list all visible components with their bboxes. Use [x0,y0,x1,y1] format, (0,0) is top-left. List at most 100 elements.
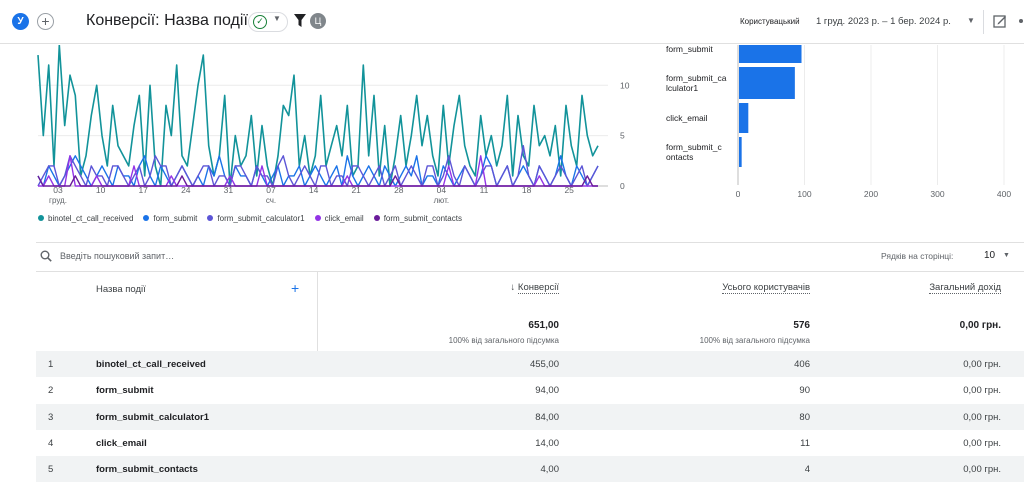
bar-category-label: lculator1 [666,83,698,93]
x-tick-label: 28 [394,185,404,195]
chevron-down-icon[interactable]: ▼ [967,16,975,25]
chevron-down-icon: ▼ [273,14,281,23]
bar-form_submit_contacts[interactable] [739,137,742,167]
x-tick-label: 400 [997,189,1011,199]
revenue-value: 0,00 грн. [963,464,1001,475]
column-header-conversions[interactable]: ↓ Конверсії [430,282,559,294]
bar-click_email[interactable] [739,103,749,133]
status-dropdown[interactable]: ✓ ▼ [248,12,288,32]
edit-report-icon[interactable] [993,14,1007,28]
x-tick-label: 03 [53,185,63,195]
chart-legend: binotel_ct_call_received form_submit form_… [38,212,472,224]
event-name: form_submit_contacts [96,464,198,475]
column-label: Конверсії [517,282,559,294]
x-tick-label: 11 [480,185,489,195]
divider [36,271,1024,272]
x-tick-label: 200 [864,189,878,199]
report-header: У + Конверсії: Назва події ✓ ▼ Ц Користу… [0,0,1024,44]
x-tick-label: 300 [930,189,944,199]
x-tick-label: 21 [351,185,361,195]
legend-label: form_submit_contacts [383,213,462,223]
event-name: form_submit_calculator1 [96,412,209,423]
legend-label: form_submit [153,213,198,223]
legend-item[interactable]: form_submit_contacts [373,212,462,224]
legend-label: click_email [324,213,364,223]
conversions-value: 455,00 [529,359,559,370]
row-index: 5 [48,464,54,475]
legend-dot [373,215,380,221]
x-tick-label: 0 [736,189,741,199]
chevron-down-icon[interactable]: ▼ [1003,252,1010,259]
row-index: 2 [48,385,54,396]
x-tick-label: 100 [797,189,811,199]
divider [983,10,984,34]
column-label: Усього користувачів [722,282,810,294]
conversions-value: 84,00 [535,412,559,423]
users-value: 4 [804,464,810,475]
bar-form_submit_calculator1[interactable] [739,67,795,99]
page-title: Конверсії: Назва події [86,12,248,29]
y-tick-label: 0 [620,181,625,191]
conversions-value: 4,00 [540,464,560,475]
total-users-subtitle: 100% від загального підсумка [699,336,810,345]
x-tick-label: 04 [437,185,447,195]
legend-dot [207,215,214,221]
comparison-label[interactable]: Користувацький [740,17,800,26]
legend-item[interactable]: click_email [314,212,364,224]
add-dimension-button[interactable]: + [291,280,299,296]
table-row[interactable]: 3 form_submit_calculator1 84,00 80 0,00 … [36,404,1024,430]
x-tick-label: 17 [138,185,148,195]
table-row[interactable]: 1 binotel_ct_call_received 455,00 406 0,… [36,351,1024,377]
bar-chart: 0 100 200 300 400 form_submit form_submit_calc… [666,45,1011,199]
x-tick-label: 10 [96,185,106,195]
x-tick-label: 18 [522,185,532,195]
column-header-users[interactable]: Усього користувачів [660,282,810,294]
users-value: 406 [794,359,810,370]
legend-dot [143,215,150,221]
conversions-value: 94,00 [535,385,559,396]
bar-category-label: form_submit_ca [666,73,727,83]
table-row[interactable]: 4 click_email 14,00 11 0,00 грн. [36,430,1024,456]
bar-category-label: form_submit [666,45,713,54]
table-row[interactable]: 5 form_submit_contacts 4,00 4 0,00 грн. [36,456,1024,482]
more-icon[interactable] [1019,19,1023,23]
row-index: 4 [48,438,54,449]
y-tick-label: 10 [620,80,630,90]
filter-chip[interactable]: Ц [310,13,326,29]
add-comparison-button[interactable]: + [37,13,54,30]
legend-item[interactable]: form_submit_calculator1 [207,212,305,224]
x-tick-label: 25 [564,185,574,195]
conversions-value: 14,00 [535,438,559,449]
rows-per-page-select[interactable]: 10 [984,250,995,261]
bar-form_submit[interactable] [739,45,802,63]
legend-item[interactable]: binotel_ct_call_received [38,212,133,224]
search-input[interactable] [60,249,360,263]
series-line-binotel_ct_call_received[interactable] [37,45,599,187]
bar-category-label: form_submit_c [666,142,722,152]
legend-label: binotel_ct_call_received [48,213,134,223]
column-header-event-name[interactable]: Назва події [96,284,146,295]
total-conversions-subtitle: 100% від загального підсумка [448,336,559,345]
x-tick-month: лют. [434,196,450,205]
legend-label: form_submit_calculator1 [217,213,305,223]
filter-icon[interactable] [294,14,306,28]
x-tick-month: груд. [49,196,67,205]
users-value: 90 [799,385,810,396]
x-tick-label: 31 [224,185,234,195]
date-range[interactable]: 1 груд. 2023 р. – 1 бер. 2024 р. [816,16,951,27]
line-chart: 0 5 10 03груд. 10 17 24 31 07сч. 14 21 28 04лют. 11 18… [37,45,630,205]
event-name: form_submit [96,385,154,396]
legend-item[interactable]: form_submit [143,212,197,224]
total-users: 576 [793,320,810,331]
table-row[interactable]: 2 form_submit 94,00 90 0,00 грн. [36,377,1024,403]
comparison-avatar[interactable]: У [12,13,29,30]
revenue-value: 0,00 грн. [963,385,1001,396]
users-value: 80 [799,412,810,423]
x-tick-month: сч. [266,196,276,205]
event-name: binotel_ct_call_received [96,359,206,370]
legend-dot [314,215,321,221]
column-header-revenue[interactable]: Загальний дохід [860,282,1001,294]
revenue-value: 0,00 грн. [963,359,1001,370]
divider [36,242,1024,243]
y-tick-label: 5 [620,131,625,141]
